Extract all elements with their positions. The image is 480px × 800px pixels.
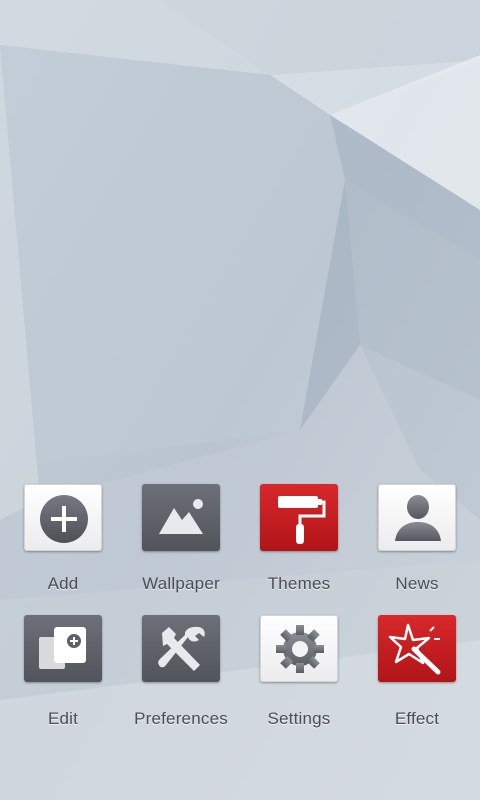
edit-icon[interactable] xyxy=(24,615,102,682)
app-label: Wallpaper xyxy=(142,574,220,593)
magic-wand-icon[interactable] xyxy=(378,615,456,682)
wallpaper-icon[interactable] xyxy=(142,484,220,551)
tools-icon[interactable] xyxy=(142,615,220,682)
add-icon[interactable] xyxy=(24,484,102,551)
app-label: Add xyxy=(47,574,79,593)
person-icon[interactable] xyxy=(378,484,456,551)
app-label: Edit xyxy=(47,709,79,728)
app-label: Settings xyxy=(267,709,331,728)
app-label: Effect xyxy=(394,709,440,728)
app-label: News xyxy=(395,574,439,593)
gear-icon[interactable] xyxy=(260,615,338,682)
app-label: Themes xyxy=(267,574,331,593)
paint-roller-icon[interactable] xyxy=(260,484,338,551)
app-label: Preferences xyxy=(134,709,228,728)
